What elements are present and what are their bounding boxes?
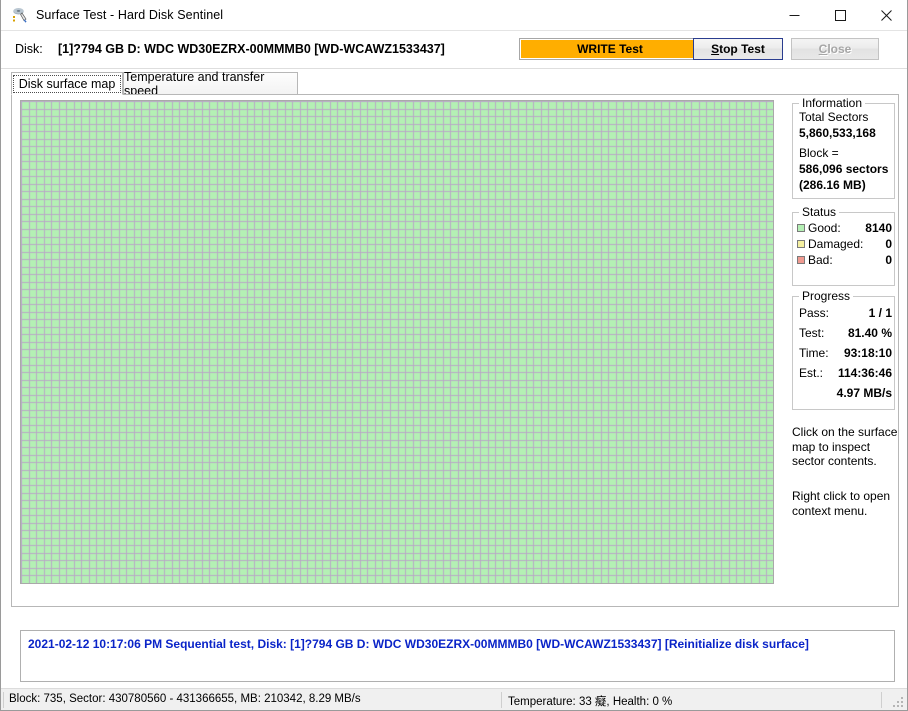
bad-swatch-icon bbox=[797, 256, 805, 264]
progress-row-pass: Pass: 1 / 1 bbox=[799, 306, 892, 320]
bad-value: 0 bbox=[885, 253, 892, 267]
window-controls bbox=[771, 0, 907, 31]
progress-row-time: Time: 93:18:10 bbox=[799, 346, 892, 360]
test-label: Test: bbox=[799, 326, 825, 340]
close-window-button[interactable] bbox=[863, 0, 907, 31]
tab-strip: Disk surface map Temperature and transfe… bbox=[11, 70, 899, 98]
disk-surface-map[interactable] bbox=[20, 100, 774, 584]
status-row-bad: Bad: 0 bbox=[797, 253, 892, 267]
disk-label: Disk: bbox=[15, 42, 43, 56]
statusbar-block-info: Block: 735, Sector: 430780560 - 43136665… bbox=[9, 693, 361, 705]
maximize-button[interactable] bbox=[817, 0, 863, 31]
resize-grip[interactable] bbox=[892, 696, 904, 708]
pass-label: Pass: bbox=[799, 306, 830, 320]
block-size-value: (286.16 MB) bbox=[799, 178, 866, 192]
damaged-swatch-icon bbox=[797, 240, 805, 248]
block-label: Block = bbox=[799, 146, 839, 160]
statusbar-divider bbox=[3, 692, 4, 708]
surface-map-canvas[interactable] bbox=[21, 101, 773, 583]
pass-value: 1 / 1 bbox=[868, 306, 892, 320]
time-value: 93:18:10 bbox=[843, 346, 892, 360]
good-label: Good: bbox=[808, 221, 841, 235]
surface-test-window: Surface Test - Hard Disk Sentinel Disk: … bbox=[0, 0, 908, 711]
damaged-value: 0 bbox=[885, 237, 892, 251]
time-label: Time: bbox=[799, 346, 829, 360]
progress-row-speed: 4.97 MB/s bbox=[799, 386, 892, 400]
disk-test-icon bbox=[11, 6, 29, 24]
statusbar-temperature-health: Temperature: 33 癡, Health: 0 % bbox=[508, 696, 673, 708]
speed-value: 4.97 MB/s bbox=[836, 386, 892, 400]
status-panel: Status Good: 8140 Damaged: 0 Bad: 0 bbox=[792, 205, 895, 286]
status-bar: Block: 735, Sector: 430780560 - 43136665… bbox=[1, 688, 907, 710]
information-panel: Information Total Sectors 5,860,533,168 … bbox=[792, 96, 895, 199]
write-test-button[interactable]: WRITE Test bbox=[519, 38, 701, 60]
bad-label: Bad: bbox=[808, 253, 833, 267]
stop-test-button[interactable]: Stop Test bbox=[693, 38, 783, 60]
tab-disk-surface-map[interactable]: Disk surface map bbox=[11, 72, 123, 95]
total-sectors-value: 5,860,533,168 bbox=[799, 126, 876, 140]
information-title: Information bbox=[799, 96, 866, 110]
status-title: Status bbox=[799, 205, 840, 219]
status-row-good: Good: 8140 bbox=[797, 221, 892, 235]
minimize-button[interactable] bbox=[771, 0, 817, 31]
good-swatch-icon bbox=[797, 224, 805, 232]
damaged-label: Damaged: bbox=[808, 237, 864, 251]
total-sectors-label: Total Sectors bbox=[799, 110, 869, 124]
est-label: Est.: bbox=[799, 366, 824, 380]
progress-panel: Progress Pass: 1 / 1 Test: 81.40 % Time:… bbox=[792, 289, 895, 410]
hint-right-click: Right click to open context menu. bbox=[792, 489, 891, 518]
disk-identifier: [1]?794 GB D: WDC WD30EZRX-00MMMB0 [WD-W… bbox=[58, 42, 445, 56]
progress-row-est: Est.: 114:36:46 bbox=[799, 366, 892, 380]
close-label: Close bbox=[818, 42, 852, 56]
hint-click-surface: Click on the surface map to inspect sect… bbox=[792, 425, 898, 468]
statusbar-divider bbox=[501, 692, 502, 708]
est-value: 114:36:46 bbox=[837, 366, 892, 380]
close-button[interactable]: Close bbox=[791, 38, 879, 60]
tab-temperature-transfer-speed[interactable]: Temperature and transfer speed bbox=[123, 70, 298, 98]
tab-disk-surface-map-label: Disk surface map bbox=[12, 74, 122, 93]
log-panel[interactable]: 2021-02-12 10:17:06 PM Sequential test, … bbox=[20, 630, 895, 682]
status-row-damaged: Damaged: 0 bbox=[797, 237, 892, 251]
stop-test-label: Stop Test bbox=[711, 42, 765, 56]
title-bar: Surface Test - Hard Disk Sentinel bbox=[1, 0, 907, 31]
good-value: 8140 bbox=[865, 221, 892, 235]
log-entry: 2021-02-12 10:17:06 PM Sequential test, … bbox=[28, 637, 809, 651]
block-sectors-value: 586,096 sectors bbox=[799, 162, 889, 176]
progress-title: Progress bbox=[799, 289, 854, 303]
write-test-label: WRITE Test bbox=[577, 42, 643, 56]
test-value: 81.40 % bbox=[847, 326, 892, 340]
progress-row-test: Test: 81.40 % bbox=[799, 326, 892, 340]
statusbar-divider bbox=[881, 692, 882, 708]
window-title: Surface Test - Hard Disk Sentinel bbox=[36, 8, 224, 22]
